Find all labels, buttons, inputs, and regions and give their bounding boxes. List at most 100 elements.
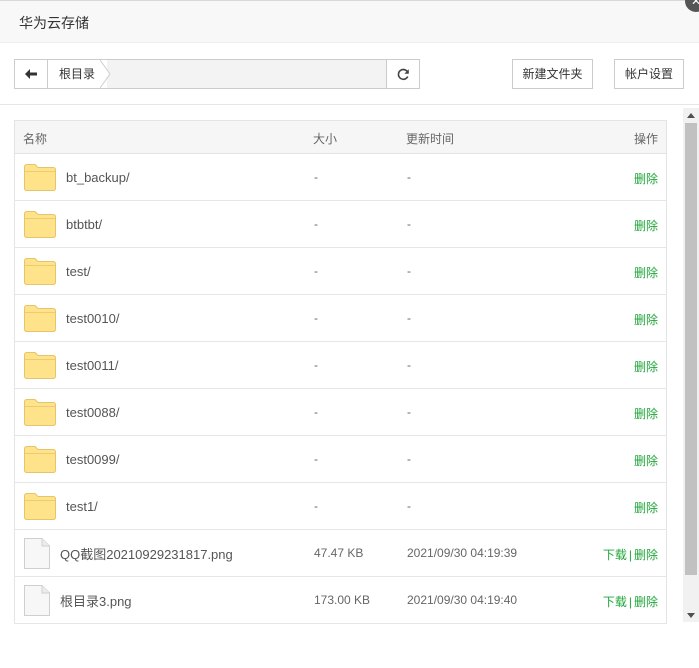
file-icon	[24, 537, 50, 569]
folder-icon	[24, 445, 56, 473]
mtime-cell: -	[407, 358, 411, 372]
mtime-cell: -	[407, 452, 411, 466]
size-cell: 47.47 KB	[314, 546, 364, 560]
scroll-up-button[interactable]	[683, 108, 699, 122]
folder-icon	[24, 163, 56, 191]
size-cell: -	[314, 217, 318, 231]
delete-link[interactable]: 删除	[634, 266, 658, 280]
ops-separator: |	[628, 548, 632, 562]
file-name[interactable]: test1/	[66, 499, 98, 514]
delete-link[interactable]: 删除	[634, 501, 658, 515]
ops-cell: 删除	[634, 452, 658, 469]
file-name[interactable]: bt_backup/	[66, 170, 130, 185]
size-cell: -	[314, 264, 318, 278]
scroll-thumb[interactable]	[685, 123, 697, 575]
ops-cell: 下载 | 删除	[603, 546, 658, 563]
folder-icon	[24, 492, 56, 520]
name-cell[interactable]: bt_backup/	[24, 154, 130, 200]
mtime-cell: 2021/09/30 04:19:40	[407, 593, 518, 607]
delete-link[interactable]: 删除	[634, 313, 658, 327]
account-settings-button[interactable]: 帐户设置	[614, 59, 684, 89]
table-row[interactable]: test0099/ - - 删除	[15, 436, 666, 483]
mtime-cell: -	[407, 499, 411, 513]
delete-link[interactable]: 删除	[634, 454, 658, 468]
ops-cell: 删除	[634, 264, 658, 281]
file-name[interactable]: test0088/	[66, 405, 120, 420]
table-row[interactable]: bt_backup/ - - 删除	[15, 154, 666, 201]
triangle-down-icon	[687, 612, 695, 618]
name-cell[interactable]: test0011/	[24, 342, 119, 388]
delete-link[interactable]: 删除	[634, 360, 658, 374]
name-cell[interactable]: btbtbt/	[24, 201, 102, 247]
name-cell[interactable]: test0088/	[24, 389, 120, 435]
mtime-cell: -	[407, 170, 411, 184]
file-name[interactable]: test0010/	[66, 311, 120, 326]
name-cell[interactable]: test/	[24, 248, 91, 294]
size-cell: -	[314, 170, 318, 184]
mtime-cell: -	[407, 405, 411, 419]
delete-link[interactable]: 删除	[634, 219, 658, 233]
file-name[interactable]: test/	[66, 264, 91, 279]
table-row[interactable]: 根目录3.png 173.00 KB 2021/09/30 04:19:40 下载 | 删…	[15, 577, 666, 624]
mtime-cell: 2021/09/30 04:19:39	[407, 546, 518, 560]
name-cell[interactable]: test0010/	[24, 295, 120, 341]
size-cell: -	[314, 358, 318, 372]
file-name[interactable]: QQ截图20210929231817.png	[60, 544, 233, 563]
ops-cell: 删除	[634, 358, 658, 375]
table-row[interactable]: test0088/ - - 删除	[15, 389, 666, 436]
toolbar: 根目录 新建文件夹 帐户设置	[0, 43, 699, 105]
table-row[interactable]: test0011/ - - 删除	[15, 342, 666, 389]
size-cell: 173.00 KB	[314, 593, 371, 607]
back-button[interactable]	[15, 60, 48, 88]
table-header: 名称 大小 更新时间 操作	[15, 120, 666, 154]
delete-link[interactable]: 删除	[634, 172, 658, 186]
file-name[interactable]: btbtbt/	[66, 217, 102, 232]
title-bar: 华为云存储	[0, 0, 699, 43]
download-link[interactable]: 下载	[603, 595, 627, 609]
folder-icon	[24, 257, 56, 285]
close-icon: ✕	[690, 0, 699, 8]
delete-link[interactable]: 删除	[634, 548, 658, 562]
mtime-cell: -	[407, 264, 411, 278]
table-row[interactable]: test1/ - - 删除	[15, 483, 666, 530]
scroll-down-button[interactable]	[683, 608, 699, 622]
mtime-cell: -	[407, 217, 411, 231]
file-table: 名称 大小 更新时间 操作 bt_backup/- - 删除 btbtbt/- - 删除 t…	[14, 120, 667, 624]
ops-cell: 下载 | 删除	[603, 593, 658, 610]
size-cell: -	[314, 405, 318, 419]
size-cell: -	[314, 311, 318, 325]
name-cell[interactable]: 根目录3.png	[24, 577, 132, 623]
scrollbar[interactable]	[683, 108, 699, 622]
delete-link[interactable]: 删除	[634, 407, 658, 421]
name-cell[interactable]: test1/	[24, 483, 98, 529]
refresh-button[interactable]	[386, 60, 419, 88]
file-icon	[24, 584, 50, 616]
folder-icon	[24, 398, 56, 426]
table-row[interactable]: btbtbt/ - - 删除	[15, 201, 666, 248]
ops-cell: 删除	[634, 217, 658, 234]
delete-link[interactable]: 删除	[634, 595, 658, 609]
header-ops: 操作	[633, 132, 658, 146]
breadcrumb-root[interactable]: 根目录	[48, 60, 108, 88]
name-cell[interactable]: test0099/	[24, 436, 120, 482]
file-name[interactable]: test0011/	[66, 358, 119, 373]
file-name[interactable]: 根目录3.png	[60, 591, 132, 610]
table-row[interactable]: QQ截图20210929231817.png 47.47 KB 2021/09/30…	[15, 530, 666, 577]
size-cell: -	[314, 452, 318, 466]
file-name[interactable]: test0099/	[66, 452, 120, 467]
table-row[interactable]: test/ - - 删除	[15, 248, 666, 295]
triangle-up-icon	[687, 112, 695, 118]
window-title: 华为云存储	[19, 15, 89, 31]
header-mtime: 更新时间	[406, 132, 455, 146]
arrow-left-icon	[25, 69, 37, 79]
mtime-cell: -	[407, 311, 411, 325]
ops-cell: 删除	[634, 170, 658, 187]
folder-icon	[24, 210, 56, 238]
table-row[interactable]: test0010/ - - 删除	[15, 295, 666, 342]
name-cell[interactable]: QQ截图20210929231817.png	[24, 530, 233, 576]
new-folder-button[interactable]: 新建文件夹	[512, 59, 593, 89]
ops-cell: 删除	[634, 405, 658, 422]
path-bar: 根目录	[14, 59, 420, 89]
download-link[interactable]: 下载	[603, 548, 627, 562]
header-size: 大小	[313, 132, 338, 146]
